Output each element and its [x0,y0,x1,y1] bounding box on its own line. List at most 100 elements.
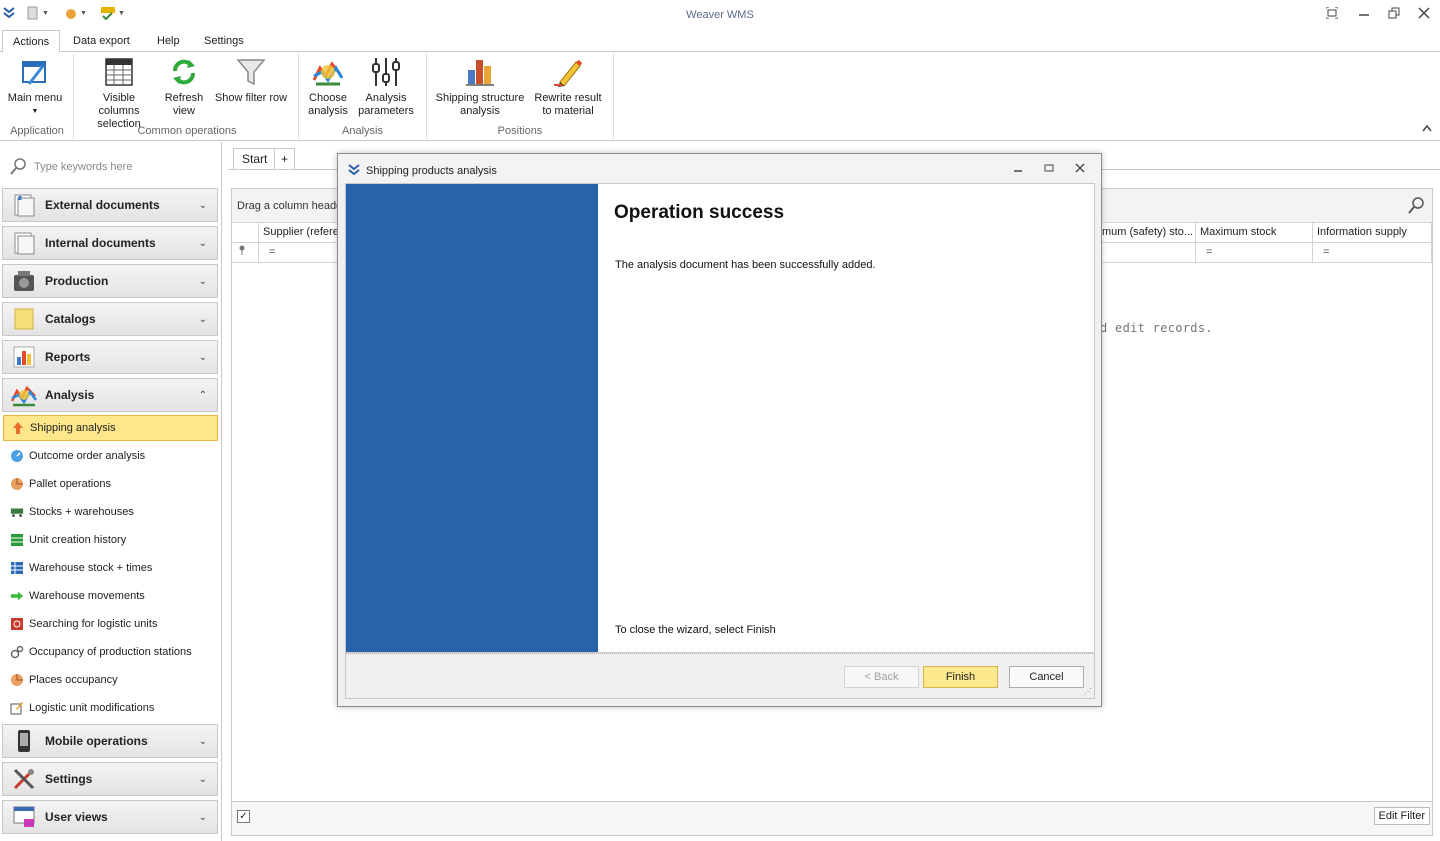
column-header-info-supply[interactable]: Information supply [1313,223,1432,243]
chevron-down-icon: ⌄ [198,199,207,211]
mobile-icon [11,728,37,754]
shipping-analysis-dialog: Shipping products analysis Operation suc… [337,153,1102,707]
refresh-view-button[interactable]: Refresh view [160,56,208,118]
nav-item-occupancy-production-stations[interactable]: Occupancy of production stations [10,639,216,665]
nav-group-production[interactable]: Production ⌄ [2,264,218,298]
group-separator [298,54,299,139]
choose-analysis-button[interactable]: Choose analysis [304,56,352,118]
tools-icon [11,766,37,792]
nav-item-outcome-order-analysis[interactable]: Outcome order analysis [10,443,216,469]
arrow-right-icon [10,589,24,603]
search-icon [8,156,28,179]
filter-icon [235,56,267,88]
external-documents-icon [11,192,37,218]
internal-documents-icon [11,230,37,256]
filter-enabled-checkbox[interactable]: ✓ [237,810,250,823]
column-header-max-stock[interactable]: Maximum stock [1196,223,1313,243]
chevron-down-icon: ⌄ [198,773,207,785]
places-icon [10,673,24,687]
show-filter-row-button[interactable]: Show filter row [212,56,290,105]
arrow-up-icon [11,421,25,435]
blue-grid-icon [10,561,24,575]
nav-group-settings[interactable]: Settings ⌄ [2,762,218,796]
nav-group-catalogs[interactable]: Catalogs ⌄ [2,302,218,336]
chevron-down-icon: ⌄ [198,275,207,287]
navigation-sidebar: Type keywords here External documents ⌄ … [0,142,222,841]
grid-search-icon[interactable] [1406,195,1426,218]
group-label-analysis: Analysis [342,125,383,137]
grid-footer: ✓ Edit Filter [231,802,1433,836]
tab-settings[interactable]: Settings [194,30,254,52]
nav-group-internal-documents[interactable]: Internal documents ⌄ [2,226,218,260]
chevron-down-icon: ⌄ [198,735,207,747]
edit-document-icon [10,701,24,715]
tab-actions[interactable]: Actions [2,30,61,53]
search-input[interactable]: Type keywords here [34,161,132,173]
nav-item-pallet-operations[interactable]: Pallet operations [10,471,216,497]
search-units-icon [10,617,24,631]
tab-data-export[interactable]: Data export [63,30,140,52]
minimize-icon[interactable] [1356,7,1372,23]
main-menu-button[interactable]: Main menu ▼ [4,56,66,118]
column-header-min-stock[interactable]: mum (safety) sto... [1098,223,1196,243]
filter-cell-supplier[interactable]: = [259,243,339,263]
nav-item-searching-logistic-units[interactable]: Searching for logistic units [10,611,216,637]
restore-icon[interactable] [1386,7,1402,23]
filter-cell-max-stock[interactable]: = [1196,243,1313,263]
dialog-footer: < Back Finish Cancel ⋰ [345,653,1095,699]
nav-item-warehouse-movements[interactable]: Warehouse movements [10,583,216,609]
dialog-close-hint: To close the wizard, select Finish [615,624,776,636]
nav-item-logistic-unit-modifications[interactable]: Logistic unit modifications [10,695,216,721]
collapse-ribbon-icon[interactable] [1422,124,1432,134]
close-icon[interactable] [1416,7,1432,23]
finish-button[interactable]: Finish [923,666,998,688]
dialog-close-icon[interactable] [1073,163,1087,177]
filter-cell-info-supply[interactable]: = [1313,243,1432,263]
group-separator [73,54,74,139]
nav-item-unit-creation-history[interactable]: Unit creation history [10,527,216,553]
fullscreen-icon[interactable] [1324,6,1340,23]
visible-columns-button[interactable]: Visible columns selection [82,56,156,131]
reports-icon [11,344,37,370]
nav-item-stocks-warehouses[interactable]: Stocks + warehouses [10,499,216,525]
nav-group-external-documents[interactable]: External documents ⌄ [2,188,218,222]
tab-help[interactable]: Help [147,30,190,52]
nav-item-warehouse-stock-times[interactable]: Warehouse stock + times [10,555,216,581]
filter-cell-min-stock[interactable] [1098,243,1196,263]
shipping-structure-analysis-button[interactable]: Shipping structure analysis [434,56,526,118]
dialog-content: Operation success The analysis document … [345,183,1095,653]
nav-item-places-occupancy[interactable]: Places occupancy [10,667,216,693]
column-header-supplier[interactable]: Supplier (refere [259,223,339,243]
analysis-icon [11,382,37,408]
rewrite-result-button[interactable]: Rewrite result to material [530,56,606,118]
resize-grip-icon[interactable]: ⋰ [1084,687,1092,696]
dialog-minimize-icon[interactable] [1011,163,1025,177]
add-tab-button[interactable]: + [274,148,296,170]
chevron-down-icon: ⌄ [198,237,207,249]
refresh-icon [168,56,200,88]
nav-item-shipping-analysis[interactable]: Shipping analysis [3,415,218,441]
gauge-icon [10,449,24,463]
nav-group-mobile-operations[interactable]: Mobile operations ⌄ [2,724,218,758]
nav-group-analysis[interactable]: Analysis ⌃ [2,378,218,412]
dialog-maximize-icon[interactable] [1042,163,1056,177]
chevron-up-icon: ⌃ [198,389,207,401]
main-menu-icon [19,56,51,88]
table-icon [103,56,135,88]
nav-group-user-views[interactable]: User views ⌄ [2,800,218,834]
back-button[interactable]: < Back [844,666,919,688]
chevron-down-icon: ⌄ [198,351,207,363]
gears-icon [10,645,24,659]
sidebar-search[interactable]: Type keywords here [8,156,214,178]
edit-filter-button[interactable]: Edit Filter [1373,807,1430,825]
nav-group-reports[interactable]: Reports ⌄ [2,340,218,374]
cancel-button[interactable]: Cancel [1009,666,1084,688]
user-views-icon [11,804,37,830]
analysis-parameters-button[interactable]: Analysis parameters [356,56,416,118]
group-label-positions: Positions [497,125,543,137]
empty-grid-message: d edit records. [1100,321,1213,335]
bar-chart-icon [464,56,496,88]
group-label-common-operations: Common operations [137,125,237,137]
group-separator [426,54,427,139]
doc-tab-start[interactable]: Start [233,148,277,170]
